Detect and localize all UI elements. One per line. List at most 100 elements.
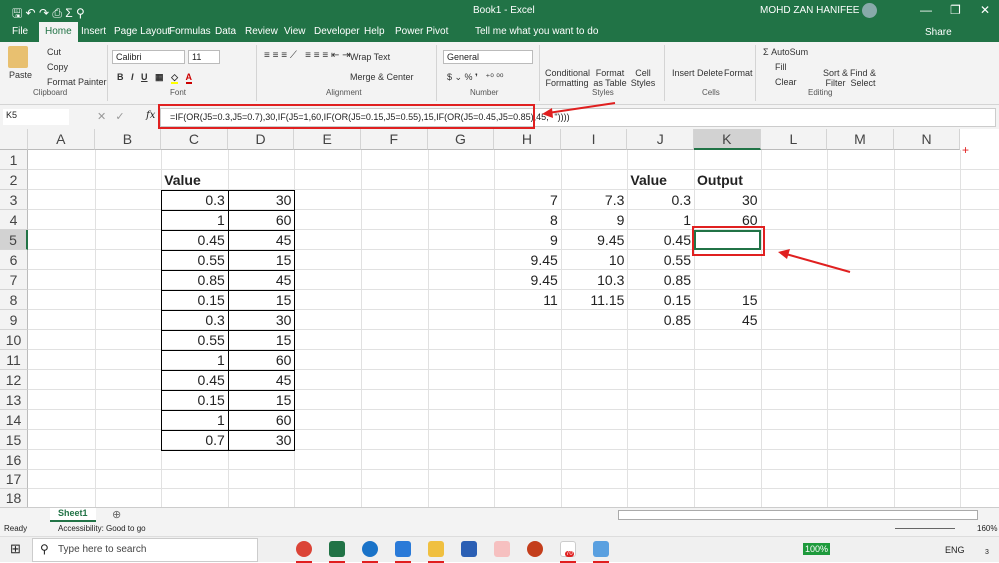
cell-I7[interactable]: 10.3 [561, 271, 628, 290]
sort-filter-button[interactable]: Sort & Filter [823, 68, 848, 88]
tab-data[interactable]: Data [215, 26, 236, 37]
number-format-select[interactable]: General [443, 50, 533, 64]
column-header-I[interactable]: I [560, 129, 628, 150]
cell-J6[interactable]: 0.55 [627, 251, 694, 270]
cell-J9[interactable]: 0.85 [627, 311, 694, 330]
row-header-1[interactable]: 1 [0, 150, 28, 170]
add-sheet-icon[interactable]: ⊕ [112, 508, 121, 521]
font-name-select[interactable]: Calibri [112, 50, 185, 64]
chrome-icon[interactable] [296, 541, 312, 557]
cell-D7[interactable]: 45 [228, 271, 295, 290]
share-button[interactable]: Share [925, 27, 952, 38]
column-header-N[interactable]: N [893, 129, 961, 150]
cell-C2[interactable]: Value [161, 171, 228, 190]
cell-D15[interactable]: 30 [228, 431, 295, 450]
tab-formulas[interactable]: Formulas [169, 26, 211, 37]
wrap-text-button[interactable]: Wrap Text [350, 52, 390, 62]
powerpoint-icon[interactable] [527, 541, 543, 557]
tab-page-layout[interactable]: Page Layout [114, 26, 170, 37]
row-header-13[interactable]: 13 [0, 390, 28, 410]
format-cells-button[interactable]: Format [724, 68, 753, 78]
row-header-6[interactable]: 6 [0, 250, 28, 270]
mail-icon[interactable] [395, 541, 411, 557]
tell-me-search[interactable]: Tell me what you want to do [475, 26, 598, 37]
row-header-9[interactable]: 9 [0, 310, 28, 330]
row-header-12[interactable]: 12 [0, 370, 28, 390]
cell-D14[interactable]: 60 [228, 411, 295, 430]
column-header-E[interactable]: E [294, 129, 361, 150]
column-header-M[interactable]: M [827, 129, 894, 150]
row-header-7[interactable]: 7 [0, 270, 28, 290]
cell-K8[interactable]: 15 [694, 291, 761, 310]
file-explorer-icon[interactable] [428, 541, 444, 557]
format-as-table-button[interactable]: Format as Table [592, 68, 628, 88]
tab-file[interactable]: File [12, 26, 28, 37]
cell-D4[interactable]: 60 [228, 211, 295, 230]
row-header-17[interactable]: 17 [0, 470, 28, 489]
column-header-A[interactable]: A [28, 129, 95, 150]
tab-power-pivot[interactable]: Power Pivot [395, 26, 448, 37]
cell-J5[interactable]: 0.45 [627, 231, 694, 250]
battery-indicator[interactable]: 100% [803, 543, 831, 555]
windows-start-icon[interactable]: ⊞ [10, 541, 21, 557]
paste-button[interactable]: Paste [9, 70, 32, 80]
accessibility-status[interactable]: Accessibility: Good to go [58, 524, 146, 533]
row-header-18[interactable]: 18 [0, 489, 28, 508]
cell-D11[interactable]: 60 [228, 351, 295, 370]
avatar[interactable] [862, 3, 877, 18]
cell-J7[interactable]: 0.85 [627, 271, 694, 290]
row-header-10[interactable]: 10 [0, 330, 28, 350]
column-header-F[interactable]: F [361, 129, 428, 150]
tab-view[interactable]: View [284, 26, 306, 37]
insert-function-button[interactable]: fx [146, 110, 155, 121]
zoom-slider[interactable] [895, 528, 955, 529]
row-header-11[interactable]: 11 [0, 350, 28, 370]
merge-center-button[interactable]: Merge & Center [350, 72, 414, 82]
align-icons[interactable]: ≡ ≡ ≡ ⟋ ≡ ≡ ≡ ⇤ ⇥ [264, 50, 351, 61]
cell-D3[interactable]: 30 [228, 191, 295, 210]
tab-help[interactable]: Help [364, 26, 385, 37]
column-header-J[interactable]: J [627, 129, 694, 150]
language-indicator[interactable]: ENG [945, 545, 965, 555]
autosum-button[interactable]: Σ AutoSum [763, 47, 808, 57]
tab-home[interactable]: Home [39, 22, 78, 42]
copy-button[interactable]: Copy [47, 62, 68, 72]
row-header-2[interactable]: 2 [0, 170, 28, 190]
sheet-tab-sheet1[interactable]: Sheet1 [50, 508, 96, 522]
cell-I5[interactable]: 9.45 [561, 231, 628, 250]
format-painter-button[interactable]: Format Painter [47, 77, 107, 87]
excel-icon[interactable] [329, 541, 345, 557]
cell-K2[interactable]: Output [694, 171, 761, 190]
row-header-8[interactable]: 8 [0, 290, 28, 310]
notification-count[interactable]: 3 [985, 549, 989, 556]
word-icon[interactable] [461, 541, 477, 557]
horizontal-scrollbar[interactable] [618, 510, 978, 520]
cell-H3[interactable]: 7 [494, 191, 561, 210]
cell-H5[interactable]: 9 [494, 231, 561, 250]
cell-C14[interactable]: 1 [161, 411, 228, 430]
font-size-select[interactable]: 11 [188, 50, 220, 64]
column-header-H[interactable]: H [494, 129, 561, 150]
row-header-5[interactable]: 5 [0, 230, 28, 250]
number-format-icons[interactable]: $ ⌄ % ❜ ⁺⁰ ⁰⁰ [447, 72, 504, 83]
cell-C13[interactable]: 0.15 [161, 391, 228, 410]
cell-H8[interactable]: 11 [494, 291, 561, 310]
cell-I8[interactable]: 11.15 [561, 291, 628, 310]
cell-J4[interactable]: 1 [627, 211, 694, 230]
cell-styles-button[interactable]: Cell Styles [630, 68, 656, 88]
tab-insert[interactable]: Insert [81, 26, 106, 37]
select-all-corner[interactable] [0, 129, 28, 150]
taskbar-search-input[interactable]: Type here to search [58, 544, 146, 555]
cell-D10[interactable]: 15 [228, 331, 295, 350]
tab-review[interactable]: Review [245, 26, 278, 37]
row-header-4[interactable]: 4 [0, 210, 28, 230]
cell-D12[interactable]: 45 [228, 371, 295, 390]
cell-D13[interactable]: 15 [228, 391, 295, 410]
column-header-D[interactable]: D [227, 129, 295, 150]
cell-K9[interactable]: 45 [694, 311, 761, 330]
cell-J8[interactable]: 0.15 [627, 291, 694, 310]
app-icon[interactable] [593, 541, 609, 557]
delete-cells-button[interactable]: Delete [697, 68, 723, 78]
clear-button[interactable]: Clear [775, 77, 797, 87]
cell-C9[interactable]: 0.3 [161, 311, 228, 330]
